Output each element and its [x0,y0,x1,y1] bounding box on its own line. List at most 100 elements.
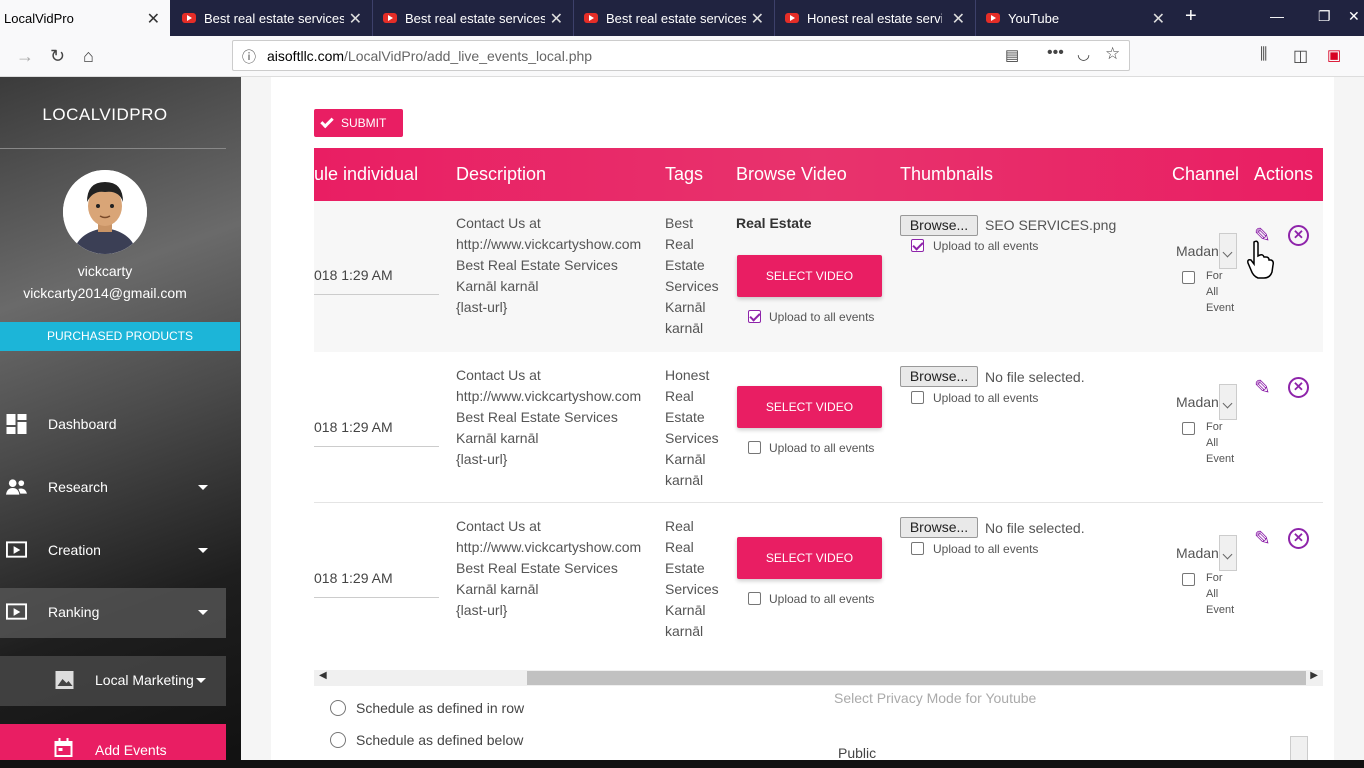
tag-line: Real [665,236,694,252]
edit-icon[interactable]: ✎ [1254,526,1271,551]
browse-thumbnail-button[interactable]: Browse... [900,215,978,236]
scrollbar-thumb[interactable] [527,671,1306,685]
row-divider [314,502,1323,503]
for-all-event-checkbox[interactable] [1182,271,1195,284]
table-row: 018 1:29 AM Contact Us at http://www.vic… [314,504,1323,655]
for-all-event-label: For All Event [1206,270,1235,314]
description-line: {last-url} [456,602,508,618]
tab-youtube-2[interactable]: Best real estate services K ✕ [372,0,573,36]
edit-icon[interactable]: ✎ [1254,375,1271,400]
dashboard-icon [6,414,27,434]
schedule-row-label: Schedule as defined in row [356,700,525,716]
chevron-down-icon [1219,233,1237,269]
channel-select[interactable]: Madan [1172,535,1237,571]
tab-youtube-4[interactable]: Honest real estate service ✕ [774,0,975,36]
pocket-icon[interactable]: ◡ [1077,45,1090,63]
forward-icon[interactable]: → [16,46,34,67]
hand-cursor-icon [1247,240,1274,279]
select-video-button[interactable]: SELECT VIDEO [737,386,882,428]
thumbnail-filename: SEO SERVICES.png [985,217,1117,233]
delete-icon[interactable]: ✕ [1288,377,1309,398]
close-icon[interactable]: ✕ [1152,9,1165,29]
submit-button[interactable]: SUBMIT [314,109,403,137]
select-video-button[interactable]: SELECT VIDEO [737,537,882,579]
scroll-left-icon[interactable]: ◀ [319,670,327,681]
channel-select[interactable]: Madan [1172,233,1237,269]
upload-all-label: Upload to all events [769,592,875,606]
description-line: Best Real Estate Services [456,257,618,273]
schedule-below-radio[interactable] [330,732,346,748]
tag-line: karnāl [665,472,704,488]
restore-icon[interactable]: ❐ [1318,8,1331,25]
browse-thumbnail-button[interactable]: Browse... [900,517,978,538]
divider [314,446,439,447]
tab-localvidpro[interactable]: LocalVidPro ✕ [0,0,170,36]
sidebar-item-dashboard[interactable]: Dashboard [0,400,226,450]
sidebar-item-creation[interactable]: Creation [0,526,226,576]
sidebar-item-local-marketing[interactable]: Local Marketing [0,656,226,706]
tab-youtube-1[interactable]: Best real estate services K ✕ [172,0,372,36]
url-domain: aisoftllc.com [267,48,345,64]
chevron-down-icon [198,485,208,490]
close-icon[interactable]: ✕ [751,9,764,29]
tab-youtube-3[interactable]: Best real estate services K ✕ [573,0,774,36]
info-icon[interactable]: ⓘ [242,47,256,67]
description-line: Karnāl karnāl [456,430,539,446]
delete-icon[interactable]: ✕ [1288,225,1309,246]
tag-line: Honest [665,367,710,383]
upload-all-video-checkbox[interactable] [748,441,761,454]
tag-line: Services [665,430,719,446]
upload-all-video-checkbox[interactable] [748,310,761,323]
upload-all-video-checkbox[interactable] [748,592,761,605]
close-icon[interactable]: ✕ [147,9,160,29]
people-icon [6,479,27,495]
upload-all-thumb-checkbox[interactable] [911,542,924,555]
column-header-tags: Tags [665,164,704,184]
sidebar-item-ranking[interactable]: Ranking [0,588,226,638]
sidebar-item-research[interactable]: Research [0,463,226,513]
close-icon[interactable]: ✕ [952,9,965,29]
taskbar [0,760,1364,768]
chevron-down-icon [1219,535,1237,571]
select-video-button[interactable]: SELECT VIDEO [737,255,882,297]
description-line: http://www.vickcartyshow.com [456,539,642,555]
sidebar-toggle-icon[interactable]: ◫ [1293,46,1308,66]
schedule-row-radio[interactable] [330,700,346,716]
browser-tab-bar: LocalVidPro ✕ Best real estate services … [0,0,1364,36]
for-all-event-checkbox[interactable] [1182,422,1195,435]
close-icon[interactable]: ✕ [550,9,563,29]
tab-title: Best real estate services K [204,10,344,26]
chevron-down-icon [198,548,208,553]
purchased-products-button[interactable]: PURCHASED PRODUCTS [0,322,240,351]
for-all-event-label: For All Event [1206,572,1235,616]
bookmark-star-icon[interactable]: ☆ [1105,44,1120,64]
video-screen-icon [6,603,27,620]
channel-value: Madan [1176,545,1219,561]
library-icon[interactable]: ⫼ [1260,46,1267,64]
scroll-right-icon[interactable]: ▶ [1310,670,1318,681]
more-icon[interactable]: ••• [1047,44,1064,62]
channel-select[interactable]: Madan [1172,384,1237,420]
youtube-icon [785,13,799,23]
horizontal-scrollbar[interactable]: ◀ ▶ [314,670,1323,686]
row-description: Contact Us at http://www.vickcartyshow.c… [456,516,641,621]
new-tab-icon[interactable]: + [1185,5,1197,28]
reader-view-icon[interactable]: ▤ [1005,46,1019,64]
extension-icon[interactable]: ▣ [1327,46,1341,64]
row-datetime: 018 1:29 AM [314,419,393,435]
description-line: Best Real Estate Services [456,560,618,576]
upload-all-thumb-checkbox[interactable] [911,239,924,252]
row-datetime: 018 1:29 AM [314,570,393,586]
youtube-icon [383,13,397,23]
minimize-icon[interactable]: — [1270,8,1284,24]
upload-all-thumb-checkbox[interactable] [911,391,924,404]
delete-icon[interactable]: ✕ [1288,528,1309,549]
tab-youtube-home[interactable]: YouTube ✕ [975,0,1175,36]
reload-icon[interactable]: ↻ [50,46,65,67]
browse-thumbnail-button[interactable]: Browse... [900,366,978,387]
for-all-event-checkbox[interactable] [1182,573,1195,586]
home-icon[interactable]: ⌂ [83,46,94,67]
close-icon[interactable]: ✕ [349,9,362,29]
url-bar[interactable]: ⓘ aisoftllc.com/LocalVidPro/add_live_eve… [232,40,1130,71]
window-close-icon[interactable]: ✕ [1348,8,1360,25]
